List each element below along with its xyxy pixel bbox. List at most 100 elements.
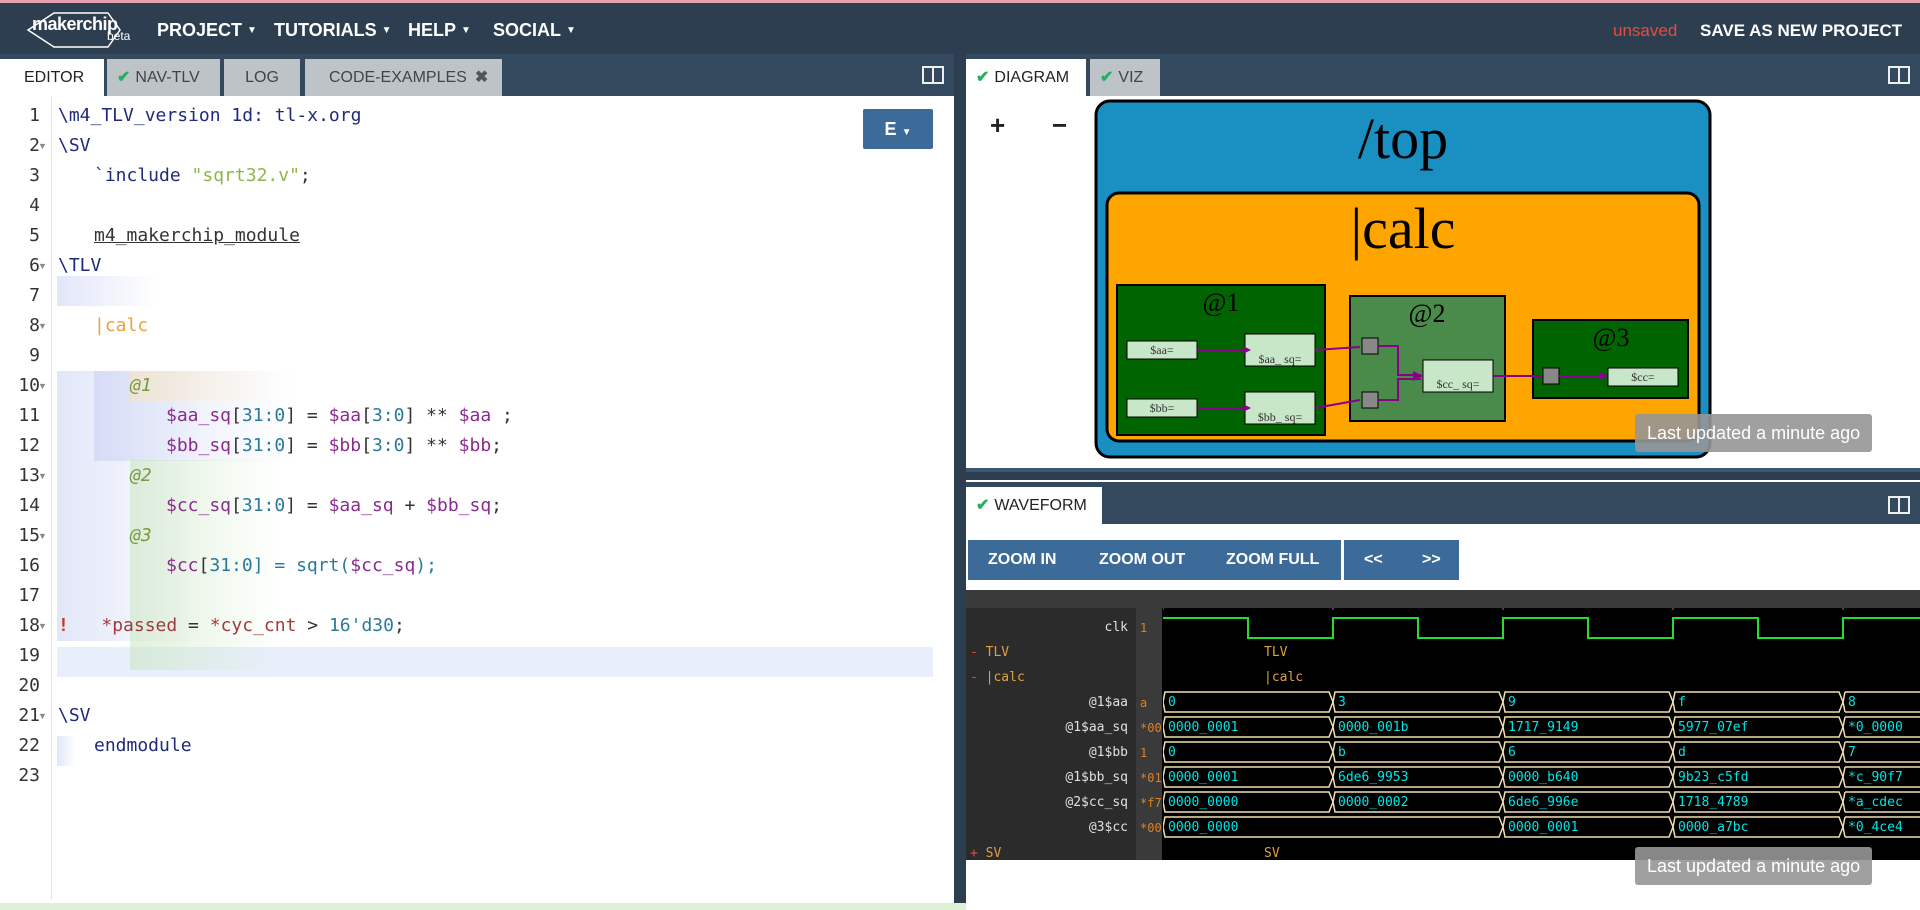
wave-cell: 9b23_c5fd	[1678, 770, 1749, 785]
code-token: ;	[299, 165, 311, 186]
fold-icon[interactable]: ▼	[38, 531, 47, 541]
diagram-updated-toast: Last updated a minute ago	[1635, 414, 1873, 452]
signal-name-bb-sq[interactable]: @1$bb_sq	[966, 770, 1128, 785]
wave-cell: 0000_b640	[1508, 770, 1579, 785]
scope-row-tlv[interactable]: - TLV	[970, 645, 1009, 660]
calc-pipeline-label: |calc	[1351, 196, 1456, 261]
vertical-pane-divider[interactable]	[954, 54, 966, 910]
horizontal-pane-divider[interactable]	[966, 468, 1920, 480]
zoom-in-button[interactable]: ZOOM IN	[988, 540, 1056, 580]
split-pane-icon[interactable]	[1888, 496, 1910, 514]
menu-tutorials[interactable]: TUTORIALS ▼	[274, 20, 392, 41]
close-icon[interactable]: ✖	[475, 69, 488, 86]
split-pane-icon[interactable]	[922, 66, 944, 84]
code-line-8: |calc	[94, 315, 148, 336]
code-token: [	[231, 435, 242, 456]
save-as-new-project-button[interactable]: SAVE AS NEW PROJECT	[1700, 21, 1902, 41]
logo-text[interactable]: makerchip	[32, 14, 118, 35]
clk-trace	[1163, 617, 1920, 639]
editor-options-label: E	[884, 119, 897, 139]
code-token: $bb_sq	[166, 435, 232, 456]
code-token: \SV	[58, 135, 91, 156]
fold-icon[interactable]: ▼	[38, 261, 47, 271]
scope-tlv-name: TLV	[985, 645, 1010, 660]
signal-value-bb-sq: *01	[1140, 771, 1162, 785]
fold-icon[interactable]: ▼	[38, 711, 47, 721]
code-token: 31:0	[241, 495, 286, 516]
tab-editor-label: EDITOR	[24, 69, 85, 86]
zoom-full-button[interactable]: ZOOM FULL	[1226, 540, 1319, 580]
wave-cell: 0000_0001	[1168, 720, 1239, 735]
tab-log[interactable]: LOG	[224, 59, 300, 96]
line-number: 20	[18, 675, 40, 696]
top-navbar: makerchip beta PROJECT ▼ TUTORIALS ▼ HELP ▼…	[0, 0, 1920, 54]
line-number: 6	[29, 255, 40, 276]
signal-name-cc-sq[interactable]: @2$cc_sq	[966, 795, 1128, 810]
code-line-5: m4_makerchip_module	[94, 225, 300, 246]
tab-nav-tlv[interactable]: ✔ NAV-TLV	[107, 59, 220, 96]
stage-1-label: @1	[1203, 288, 1240, 317]
menu-social-label: SOCIAL	[493, 20, 562, 40]
split-pane-icon[interactable]	[1888, 66, 1910, 84]
wave-cell: b	[1338, 745, 1346, 760]
chevron-down-icon: ▼	[901, 127, 912, 138]
chevron-down-icon: ▼	[461, 25, 471, 36]
code-line-11: $aa_sq[31:0] = $aa[3:0] ** $aa ;	[166, 405, 513, 426]
fold-icon[interactable]: ▼	[38, 381, 47, 391]
pipeline-diagram[interactable]: /top |calc @1 $aa= $aa_ sq= $bb= $bb_ sq…	[1093, 98, 1713, 460]
indent-guide	[57, 276, 157, 306]
code-token: 3:0	[371, 435, 405, 456]
diagram-zoom-out-button[interactable]: −	[1052, 110, 1067, 141]
error-marker-icon[interactable]: !	[58, 615, 69, 636]
signal-aa-sq-label: $aa_ sq=	[1258, 352, 1301, 366]
signal-name-aa[interactable]: @1$aa	[966, 695, 1128, 710]
signal-name-aa-sq[interactable]: @1$aa_sq	[966, 720, 1128, 735]
scope-row-calc[interactable]: - |calc	[970, 670, 1025, 685]
fold-icon[interactable]: ▼	[38, 321, 47, 331]
code-token: @3	[130, 525, 152, 546]
signal-name-clk[interactable]: clk	[966, 620, 1128, 635]
menu-social[interactable]: SOCIAL ▼	[493, 20, 576, 41]
tab-viz[interactable]: ✔ VIZ	[1090, 59, 1160, 96]
fold-icon[interactable]: ▼	[38, 141, 47, 151]
diagram-tabbar: ✔ DIAGRAM ✔ VIZ	[966, 54, 1920, 96]
zoom-out-button[interactable]: ZOOM OUT	[1099, 540, 1185, 580]
code-token: m4_makerchip_module	[94, 225, 300, 246]
code-line-10: @1	[130, 375, 152, 396]
tab-code-examples[interactable]: CODE-EXAMPLES ✖	[305, 59, 502, 96]
wave-cell: 3	[1338, 695, 1346, 710]
code-token: $aa_sq	[166, 405, 232, 426]
tab-editor[interactable]: EDITOR	[0, 59, 104, 96]
scroll-left-button[interactable]: <<	[1364, 540, 1383, 580]
collapse-icon[interactable]: -	[970, 645, 978, 660]
fold-icon[interactable]: ▼	[38, 621, 47, 631]
stage-3-label: @3	[1593, 323, 1630, 352]
signal-cc-sq-label: $cc_ sq=	[1436, 377, 1479, 391]
signal-name-cc[interactable]: @3$cc	[966, 820, 1128, 835]
collapse-icon[interactable]: -	[970, 670, 978, 685]
fold-icon[interactable]: ▼	[38, 471, 47, 481]
line-number: 23	[18, 765, 40, 786]
menu-help[interactable]: HELP ▼	[408, 20, 471, 41]
diagram-zoom-in-button[interactable]: +	[990, 110, 1005, 141]
signal-value-bb: 1	[1140, 746, 1148, 760]
wave-cell: 0000_0000	[1168, 795, 1239, 810]
menu-project[interactable]: PROJECT ▼	[157, 20, 257, 41]
signal-bb-label: $bb=	[1150, 401, 1175, 415]
signal-name-bb[interactable]: @1$bb	[966, 745, 1128, 760]
code-token: >	[296, 615, 329, 636]
code-token: ;	[491, 495, 503, 516]
tab-diagram[interactable]: ✔ DIAGRAM	[966, 59, 1086, 96]
menu-project-label: PROJECT	[157, 20, 243, 40]
code-editor[interactable]: 1 2 3 4 5 6 7 8 9 10 11 12 13 14 15 16 1…	[0, 96, 954, 900]
editor-options-dropdown[interactable]: E ▼	[863, 109, 933, 149]
expand-icon[interactable]: +	[970, 846, 978, 861]
code-token: 3:0	[371, 405, 405, 426]
wave-cell: *c_90f7	[1848, 770, 1903, 785]
scope-row-sv[interactable]: + SV	[970, 846, 1001, 861]
code-token: 31:0	[241, 435, 286, 456]
waveform-time-ruler	[966, 590, 1920, 608]
scroll-right-button[interactable]: >>	[1422, 540, 1441, 580]
tab-waveform[interactable]: ✔ WAVEFORM	[966, 487, 1102, 524]
save-status: unsaved	[1613, 21, 1678, 40]
